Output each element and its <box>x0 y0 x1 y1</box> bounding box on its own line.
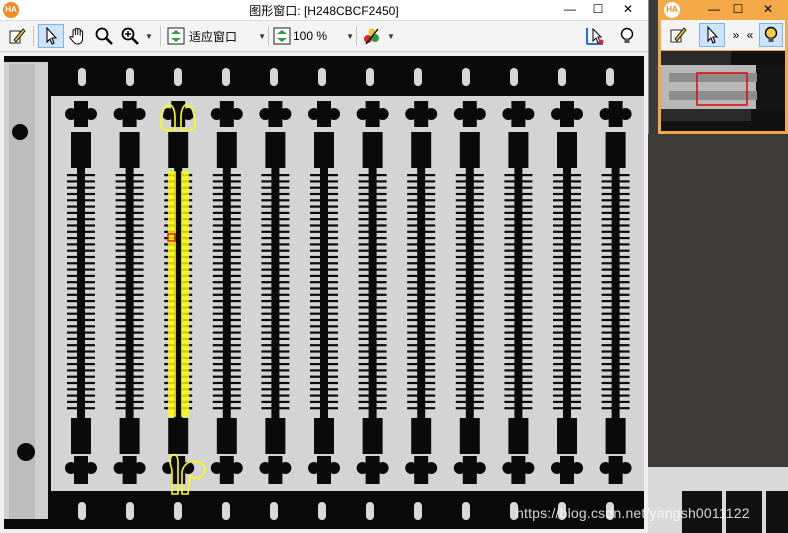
lightbulb-icon <box>764 26 778 42</box>
region-tool-button[interactable] <box>582 24 608 48</box>
edit-icon <box>670 27 687 43</box>
fit-window-icon <box>167 27 185 45</box>
overview-toolbar: » « <box>661 20 785 50</box>
zoom-percent-icon <box>273 27 291 45</box>
edit-icon <box>9 28 26 44</box>
title-bar[interactable]: HA 图形窗口: [H248CBCF2450] — ☐ ✕ <box>0 0 648 21</box>
pointer-icon <box>46 26 58 45</box>
overview-help-button[interactable] <box>759 23 783 47</box>
lightbulb-icon <box>620 27 634 43</box>
window-title: 图形窗口: [H248CBCF2450] <box>249 4 399 18</box>
magnify-tool-button[interactable] <box>92 24 116 48</box>
expand-left-button[interactable]: « <box>745 23 755 47</box>
empty-workspace <box>648 134 788 467</box>
minimize-button[interactable]: — <box>556 0 584 20</box>
image-canvas[interactable] <box>4 56 644 529</box>
color-button[interactable] <box>360 24 384 48</box>
overview-maximize-button[interactable]: ☐ <box>726 0 750 19</box>
overview-thumbnail[interactable] <box>661 51 785 131</box>
expand-right-button[interactable]: » <box>731 23 741 47</box>
overview-close-button[interactable]: ✕ <box>754 0 782 19</box>
status-strip <box>648 467 788 533</box>
zoom-percent-combo[interactable]: 100 % ▼ <box>272 25 354 47</box>
chevron-down-icon: ▼ <box>387 31 395 41</box>
help-button[interactable] <box>614 24 640 48</box>
overview-title-bar[interactable]: HA — ☐ ✕ <box>658 0 788 19</box>
fit-window-label: 适应窗口 <box>189 29 238 44</box>
hand-icon <box>69 27 84 45</box>
close-button[interactable]: ✕ <box>614 0 642 20</box>
thumbnail-tile <box>766 491 788 533</box>
magnifier-icon <box>95 27 113 45</box>
chevron-down-icon: ▼ <box>145 31 153 41</box>
chevron-down-icon: ▼ <box>258 31 266 41</box>
halcon-logo-icon: HA <box>664 2 680 18</box>
overview-minimize-button[interactable]: — <box>702 0 726 19</box>
overview-pointer-button[interactable] <box>699 23 725 47</box>
pointer-icon <box>707 25 719 44</box>
region-icon <box>586 27 604 45</box>
overview-edit-button[interactable] <box>665 23 691 47</box>
chevron-down-icon: ▼ <box>346 31 354 41</box>
pointer-tool-button[interactable] <box>38 24 64 48</box>
toolbar: ▼ 适应窗口 ▼ 100 % ▼ ▼ <box>0 21 648 52</box>
fit-window-combo[interactable]: 适应窗口 ▼ <box>166 25 266 47</box>
color-icon <box>364 28 379 45</box>
color-dropdown-button[interactable]: ▼ <box>385 24 397 48</box>
pan-tool-button[interactable] <box>66 24 90 48</box>
zoom-tool-button[interactable] <box>118 24 142 48</box>
zoom-in-icon <box>121 27 139 45</box>
edit-button[interactable] <box>4 24 30 48</box>
leadframe-image <box>4 56 644 529</box>
maximize-button[interactable]: ☐ <box>584 0 612 20</box>
overview-window: HA — ☐ ✕ » « <box>658 0 788 134</box>
watermark-text: https://blog.csdn.net/yangsh0011122 <box>516 505 750 521</box>
zoom-dropdown-button[interactable]: ▼ <box>143 24 155 48</box>
zoom-percent-label: 100 % <box>293 29 328 43</box>
graphics-window: HA 图形窗口: [H248CBCF2450] — ☐ ✕ ▼ 适应窗口 ▼ 1… <box>0 0 649 533</box>
overview-image <box>661 51 785 131</box>
